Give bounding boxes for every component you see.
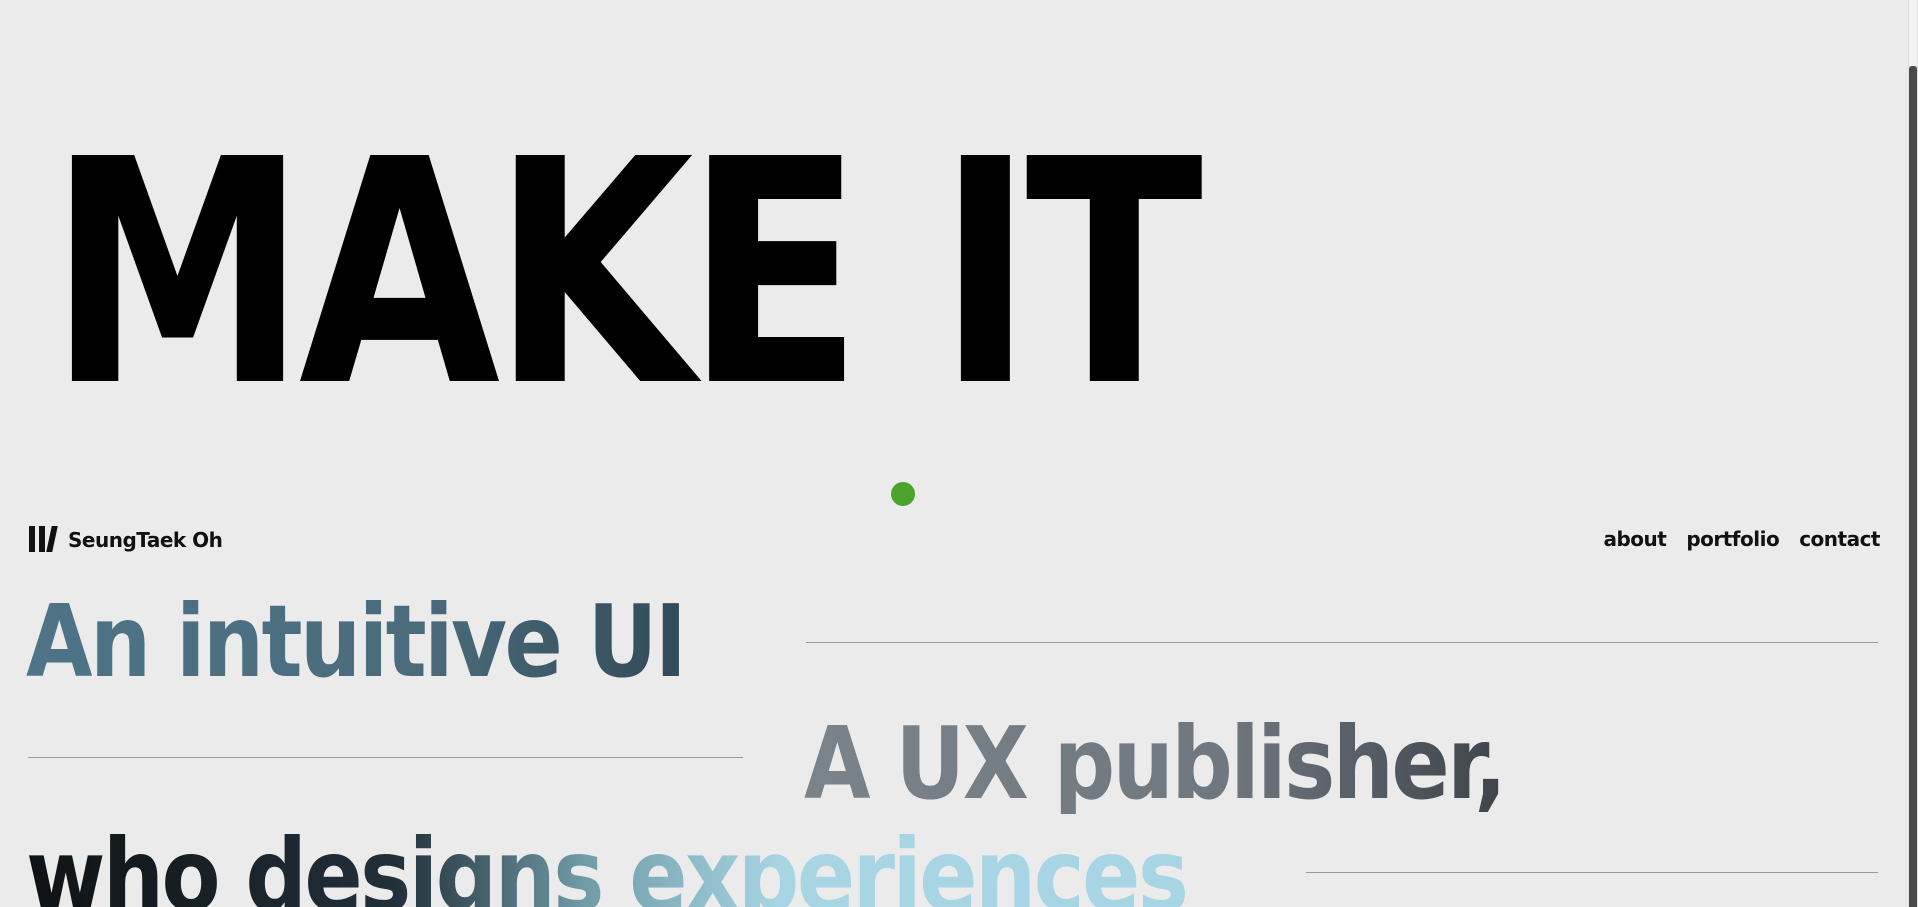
- divider: [806, 642, 1878, 643]
- scrollbar-track: [1909, 0, 1917, 66]
- page: MAKE IT SeungTaek Oh about portfolio con…: [0, 0, 1918, 907]
- main-nav: about portfolio contact: [1603, 527, 1880, 551]
- vertical-scrollbar[interactable]: [1908, 0, 1918, 907]
- bookshelf-icon: [28, 525, 60, 555]
- scrollbar-thumb[interactable]: [1909, 66, 1917, 907]
- logo-text: SeungTaek Oh: [68, 528, 223, 552]
- site-logo[interactable]: SeungTaek Oh: [28, 525, 223, 555]
- status-dot: [891, 482, 915, 506]
- nav-link-about[interactable]: about: [1603, 527, 1666, 551]
- hero-headline: MAKE IT: [48, 94, 1203, 455]
- divider: [28, 757, 743, 758]
- nav-link-portfolio[interactable]: portfolio: [1686, 527, 1779, 551]
- intro-line-1: An intuitive UI: [26, 583, 687, 700]
- intro-line-2: A UX publisher,: [804, 705, 1507, 822]
- nav-link-contact[interactable]: contact: [1799, 527, 1880, 551]
- intro-line-3: who designs experiences: [26, 826, 1189, 907]
- divider: [1306, 872, 1878, 873]
